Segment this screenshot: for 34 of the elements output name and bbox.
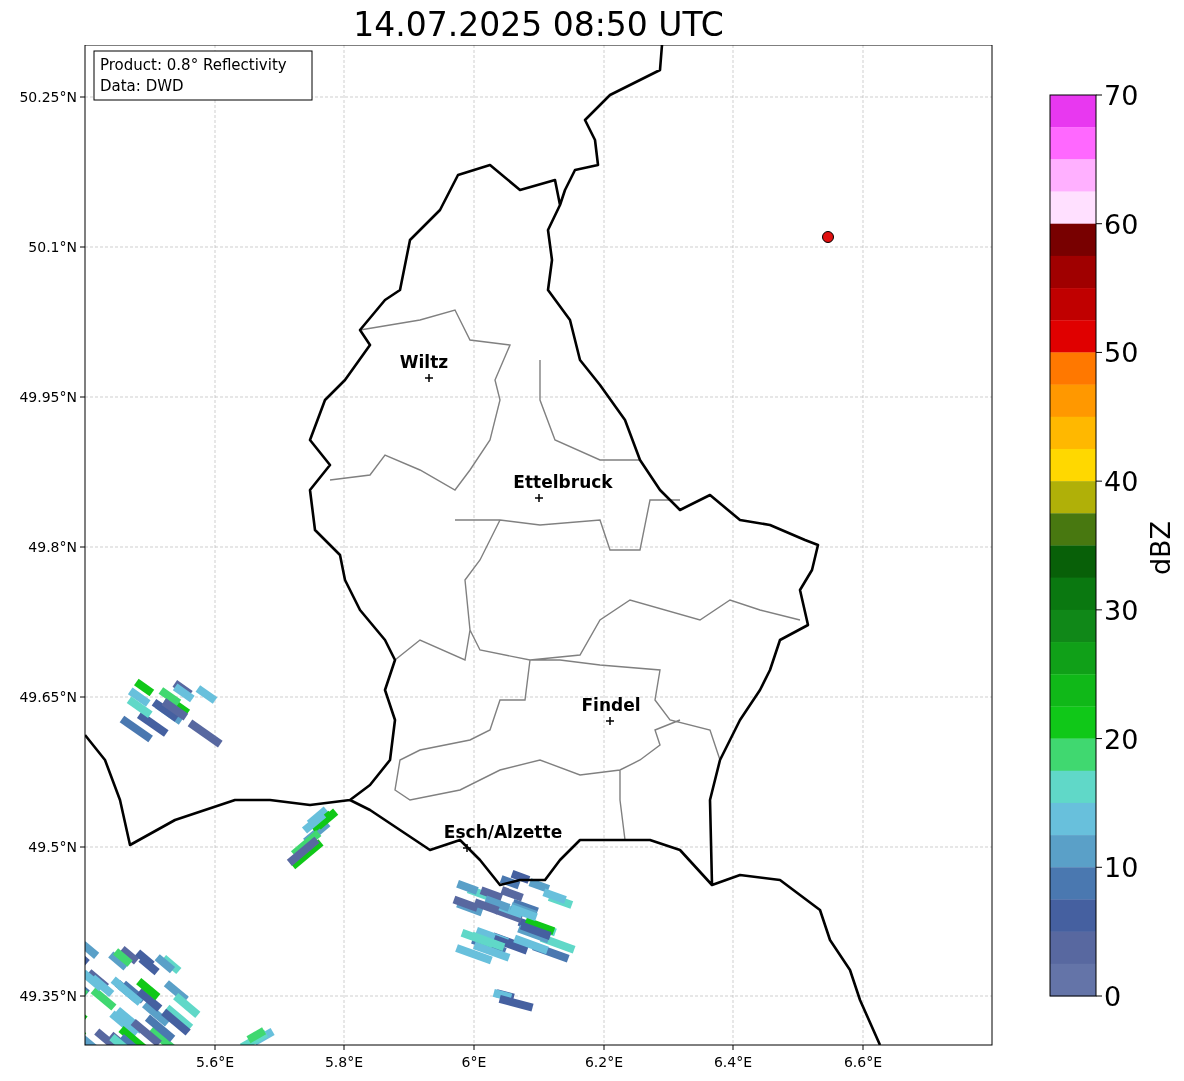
lat-tick-label: 49.8°N [28, 539, 77, 555]
lon-tick-label: 6.6°E [843, 1054, 883, 1070]
colorbar-tick-label: 10 [1104, 852, 1139, 884]
colorbar-tick-label: 70 [1104, 80, 1139, 111]
site-marker [822, 231, 834, 243]
lon-tick-label: 6.4°E [713, 1054, 753, 1070]
lon-tick-label: 6°E [461, 1054, 487, 1070]
city-marker-icon [605, 716, 615, 726]
info-text: Product: 0.8° Reflectivity [100, 56, 287, 74]
city-label: Ettelbruck [513, 472, 613, 492]
colorbar-tick-label: 20 [1104, 723, 1139, 755]
lon-tick-label: 5.6°E [195, 1054, 235, 1070]
chart-title: 14.07.2025 08:50 UTC [352, 4, 725, 45]
lon-tick-label: 6.2°E [584, 1054, 624, 1070]
lat-tick-label: 50.25°N [19, 89, 77, 105]
colorbar-tick-label: 0 [1104, 981, 1122, 1012]
lat-tick-label: 49.5°N [28, 839, 77, 855]
info-text: Data: DWD [100, 77, 184, 95]
colorbar-tick-label: 50 [1104, 337, 1139, 369]
lat-tick-label: 49.35°N [19, 988, 77, 1004]
city-marker-icon [534, 493, 544, 503]
city-label: Wiltz [399, 352, 449, 372]
colorbar-tick-label: 60 [1104, 208, 1139, 240]
colorbar-label: dBZ [1145, 520, 1176, 576]
city-label: Esch/Alzette [443, 822, 563, 842]
city-marker-icon [462, 843, 472, 853]
city-marker-icon [424, 373, 434, 383]
lon-tick-label: 5.8°E [324, 1054, 364, 1070]
colorbar-tick-label: 30 [1104, 594, 1139, 626]
colorbar-tick-label: 40 [1104, 466, 1139, 498]
city-label: Findel [581, 695, 641, 715]
lat-tick-label: 49.65°N [19, 689, 77, 705]
lat-tick-label: 49.95°N [19, 389, 77, 405]
lat-tick-label: 50.1°N [28, 239, 77, 255]
